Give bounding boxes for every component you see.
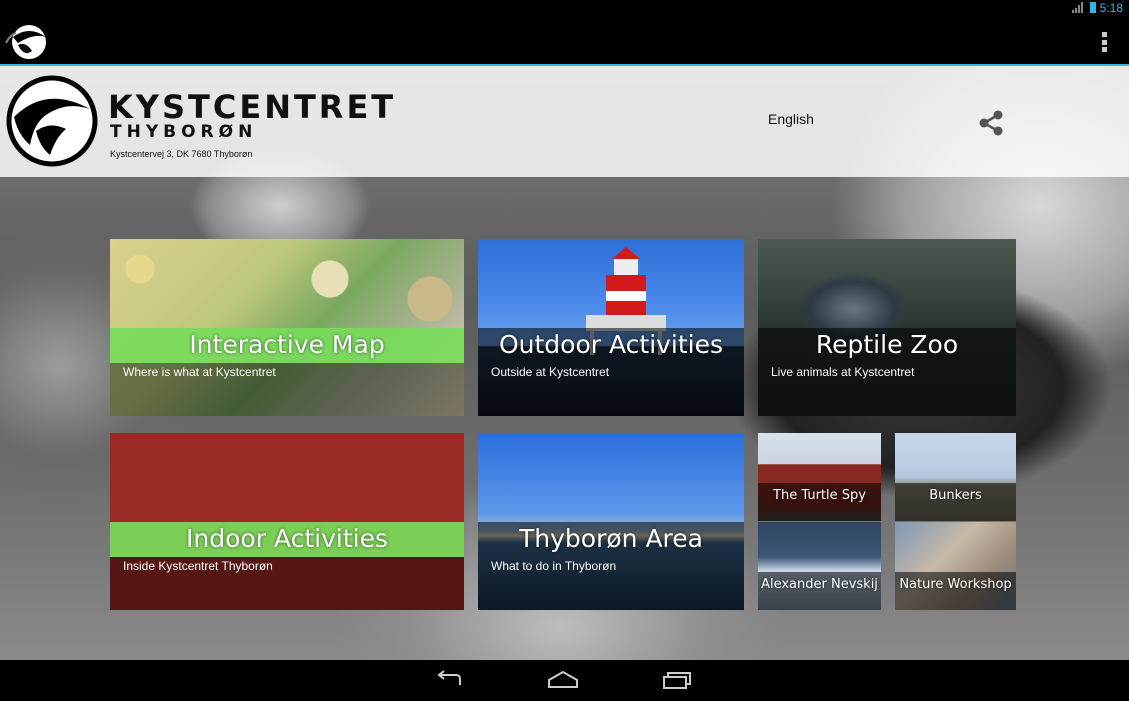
tile-title: Nature Workshop: [899, 577, 1012, 592]
tile-subtitle: Where is what at Kystcentret: [123, 365, 276, 379]
status-bar: 5:18: [0, 0, 1129, 15]
tile-subtitle: What to do in Thyborøn: [491, 559, 617, 573]
tile-subtitle: Outside at Kystcentret: [491, 365, 610, 379]
status-icons: 5:18: [1071, 0, 1123, 15]
tile-title: The Turtle Spy: [773, 488, 866, 503]
main-content: KYSTCENTRET THYBORØN Kystcentervej 3, DK…: [0, 66, 1129, 660]
overflow-menu-icon[interactable]: [1101, 32, 1107, 52]
tile-the-turtle-spy[interactable]: The Turtle Spy: [758, 433, 881, 521]
signal-icon: [1071, 2, 1086, 13]
tile-thyboron-area[interactable]: Thyborøn Area What to do in Thyborøn: [478, 433, 744, 610]
tile-subtitle: Live animals at Kystcentret: [771, 365, 915, 379]
tile-bunkers[interactable]: Bunkers: [895, 433, 1016, 521]
recent-apps-icon[interactable]: [660, 668, 694, 692]
tile-title: Bunkers: [929, 488, 982, 503]
tile-subtitle: Inside Kystcentret Thyborøn: [123, 559, 273, 573]
tile-title: Outdoor Activities: [498, 330, 724, 359]
tile-indoor-activities[interactable]: Indoor Activities Inside Kystcentret Thy…: [110, 433, 464, 610]
tile-interactive-map[interactable]: Interactive Map Where is what at Kystcen…: [110, 239, 464, 416]
home-icon[interactable]: [546, 668, 580, 692]
header-banner: KYSTCENTRET THYBORØN Kystcentervej 3, DK…: [0, 66, 1129, 177]
tile-title: Alexander Nevskij: [761, 577, 878, 592]
battery-icon: [1089, 2, 1096, 13]
tile-title: Indoor Activities: [186, 524, 388, 553]
action-bar: [0, 15, 1129, 66]
tile-title: Interactive Map: [189, 330, 385, 359]
tile-title: Thyborøn Area: [519, 524, 703, 553]
share-icon[interactable]: [976, 108, 1006, 138]
brand-name: KYSTCENTRET: [108, 88, 397, 126]
tile-reptile-zoo[interactable]: Reptile Zoo Live animals at Kystcentret: [758, 239, 1016, 416]
language-selector[interactable]: English: [768, 111, 814, 127]
tile-alexander-nevskij[interactable]: Alexander Nevskij: [758, 522, 881, 610]
clock: 5:18: [1099, 0, 1123, 15]
back-icon[interactable]: [432, 668, 466, 692]
tile-outdoor-activities[interactable]: Outdoor Activities Outside at Kystcentre…: [478, 239, 744, 416]
app-logo-icon[interactable]: [4, 21, 50, 61]
brand-town: THYBORØN: [110, 122, 258, 142]
navigation-bar: [0, 660, 1129, 701]
tile-nature-workshop[interactable]: Nature Workshop: [895, 522, 1016, 610]
kystcentret-logo: [6, 75, 98, 167]
tile-title: Reptile Zoo: [815, 330, 959, 359]
brand-address: Kystcentervej 3, DK 7680 Thyborøn: [110, 149, 253, 159]
